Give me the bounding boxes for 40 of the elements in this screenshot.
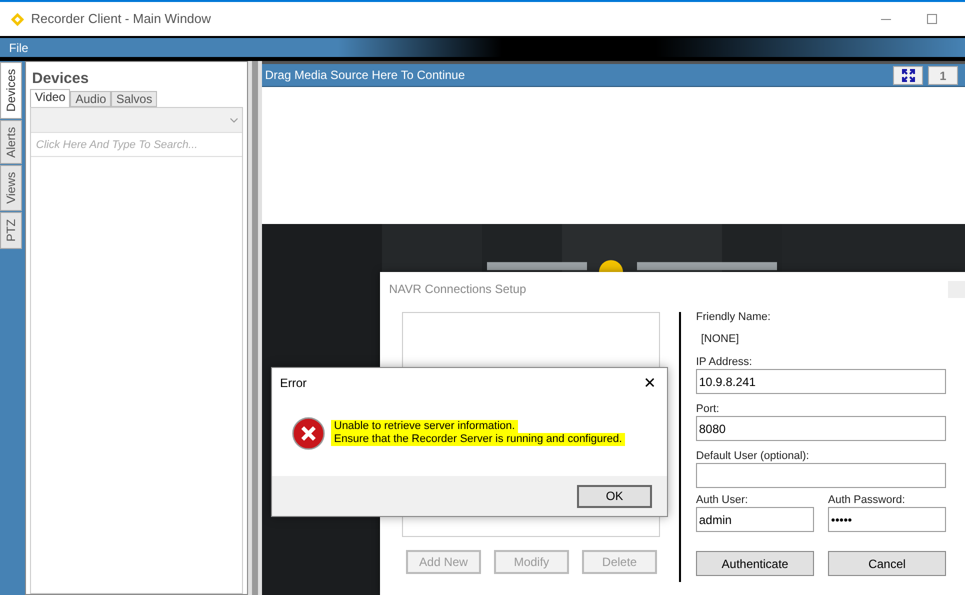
menu-item[interactable]: File (0, 38, 38, 56)
error-message: Ensure that the Recorder Server is running and configured. (331, 433, 625, 446)
error-icon (292, 416, 325, 450)
app-logo-icon (10, 12, 25, 26)
field-label: Default User (optional): (696, 449, 810, 463)
splitter[interactable] (248, 61, 262, 595)
input-field[interactable]: 10.9.8.241 (696, 369, 946, 394)
input-field[interactable]: admin (696, 507, 814, 532)
device-dropdown[interactable] (31, 108, 242, 133)
field-label: Friendly Name: (696, 310, 772, 325)
input-field[interactable]: ••••• (828, 507, 946, 532)
chevron-down-icon (230, 118, 238, 122)
fullscreen-button[interactable] (893, 66, 923, 84)
friendly-name-value: [NONE] (701, 332, 740, 346)
ok-button[interactable]: OK (577, 484, 652, 508)
side-tab[interactable]: Alerts (0, 120, 22, 164)
field-label: Auth Password: (828, 493, 906, 507)
media-header-title: Drag Media Source Here To Continue (265, 67, 465, 84)
error-message: Unable to retrieve server information. (331, 420, 518, 433)
tab[interactable]: Salvos (111, 91, 158, 107)
dialog-button[interactable]: Authenticate (696, 551, 814, 576)
close-button[interactable]: ✕ (640, 373, 660, 393)
expand-arrows-icon (902, 68, 914, 82)
search-field[interactable]: Click Here And Type To Search... (31, 133, 242, 157)
input-field[interactable]: 8080 (696, 416, 946, 441)
panel-title: Devices (32, 70, 90, 88)
field-label: Auth User: (696, 493, 749, 507)
tab[interactable]: Audio (70, 91, 112, 107)
side-tab[interactable]: PTZ (0, 212, 22, 249)
layout-button[interactable]: 1 (928, 66, 958, 84)
field-label: Port: (696, 402, 720, 416)
side-tab[interactable]: Views (0, 165, 22, 212)
dialog-button[interactable]: Cancel (828, 551, 946, 576)
dialog-title: NAVR Connections Setup (389, 281, 526, 298)
dialog-title: Error (280, 375, 307, 392)
tab[interactable]: Video (30, 89, 70, 107)
input-field[interactable] (696, 463, 946, 488)
side-tab[interactable]: Devices (0, 62, 22, 119)
field-label: IP Address: (696, 355, 754, 369)
window-title: Recorder Client - Main Window (31, 10, 211, 28)
